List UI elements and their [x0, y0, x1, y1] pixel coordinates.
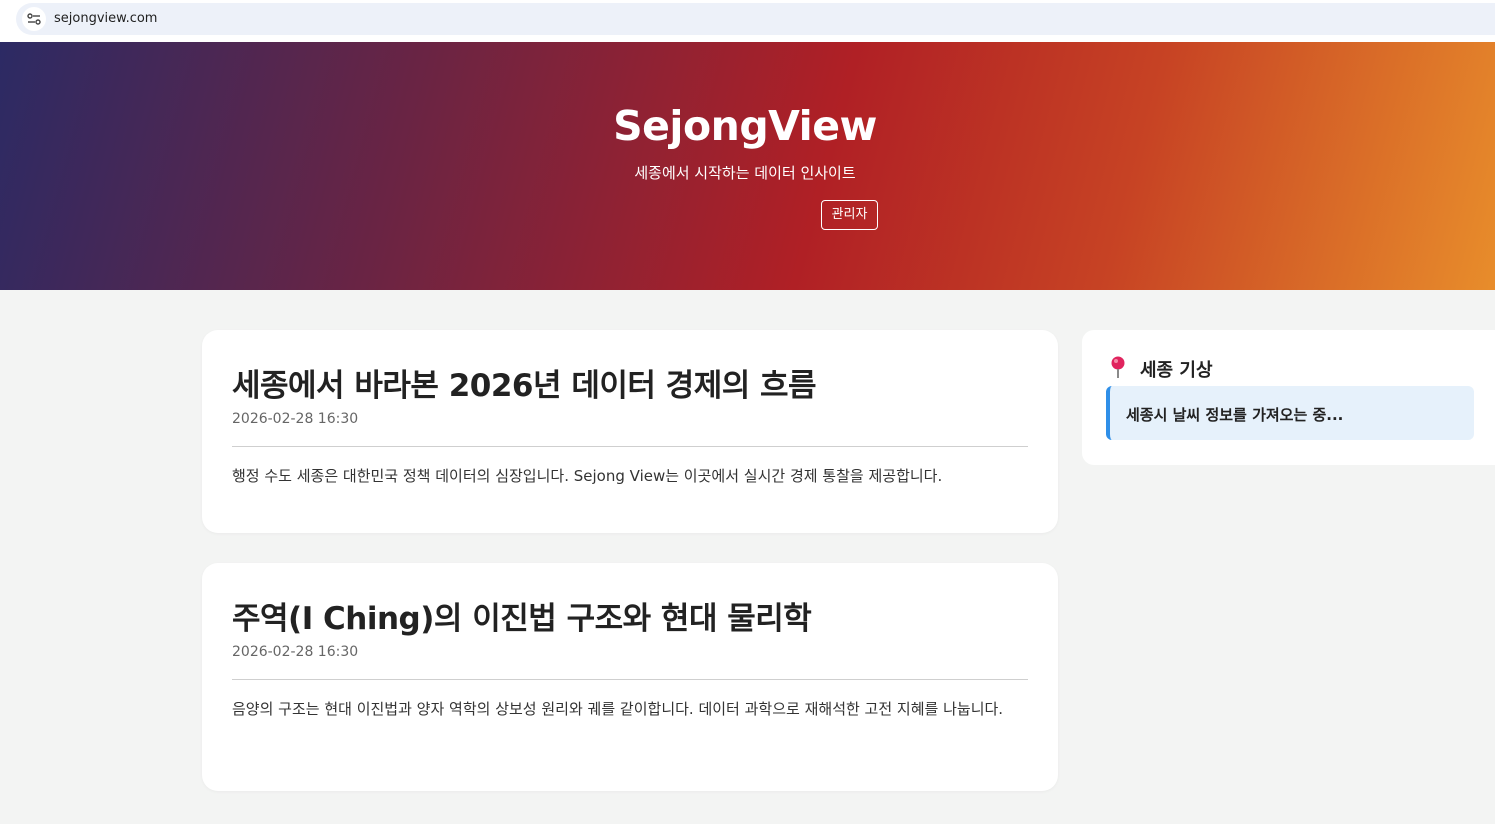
pin-icon — [1111, 356, 1125, 378]
browser-toolbar: sejongview.com — [0, 0, 1495, 42]
post-excerpt: 행정 수도 세종은 대한민국 정책 데이터의 심장입니다. Sejong Vie… — [232, 467, 943, 485]
site-subtitle: 세종에서 시작하는 데이터 인사이트 — [634, 164, 856, 182]
post-card[interactable]: 세종에서 바라본 2026년 데이터 경제의 흐름 2026-02-28 16:… — [202, 330, 1058, 533]
weather-status-text: 세종시 날씨 정보를 가져오는 중... — [1126, 406, 1344, 424]
post-date: 2026-02-28 16:30 — [232, 411, 359, 427]
weather-widget: 세종 기상 세종시 날씨 정보를 가져오는 중... — [1082, 330, 1495, 465]
weather-widget-title: 세종 기상 — [1110, 356, 1213, 382]
post-date: 2026-02-28 16:30 — [232, 644, 359, 660]
divider — [232, 446, 1028, 447]
address-bar[interactable]: sejongview.com — [16, 3, 1495, 35]
site-title[interactable]: SejongView — [0, 102, 1495, 150]
post-title[interactable]: 세종에서 바라본 2026년 데이터 경제의 흐름 — [232, 360, 817, 405]
admin-button[interactable]: 관리자 — [821, 200, 878, 230]
hero-banner: SejongView 세종에서 시작하는 데이터 인사이트 관리자 — [0, 42, 1495, 290]
post-title[interactable]: 주역(I Ching)의 이진법 구조와 현대 물리학 — [232, 593, 812, 638]
divider — [232, 679, 1028, 680]
post-card[interactable]: 주역(I Ching)의 이진법 구조와 현대 물리학 2026-02-28 1… — [202, 563, 1058, 791]
weather-status-box: 세종시 날씨 정보를 가져오는 중... — [1106, 386, 1474, 440]
tune-icon[interactable] — [22, 7, 46, 31]
post-excerpt: 음양의 구조는 현대 이진법과 양자 역학의 상보성 원리와 궤를 같이합니다.… — [232, 700, 1004, 718]
weather-title-label: 세종 기상 — [1140, 360, 1213, 381]
url-text[interactable]: sejongview.com — [54, 11, 157, 26]
